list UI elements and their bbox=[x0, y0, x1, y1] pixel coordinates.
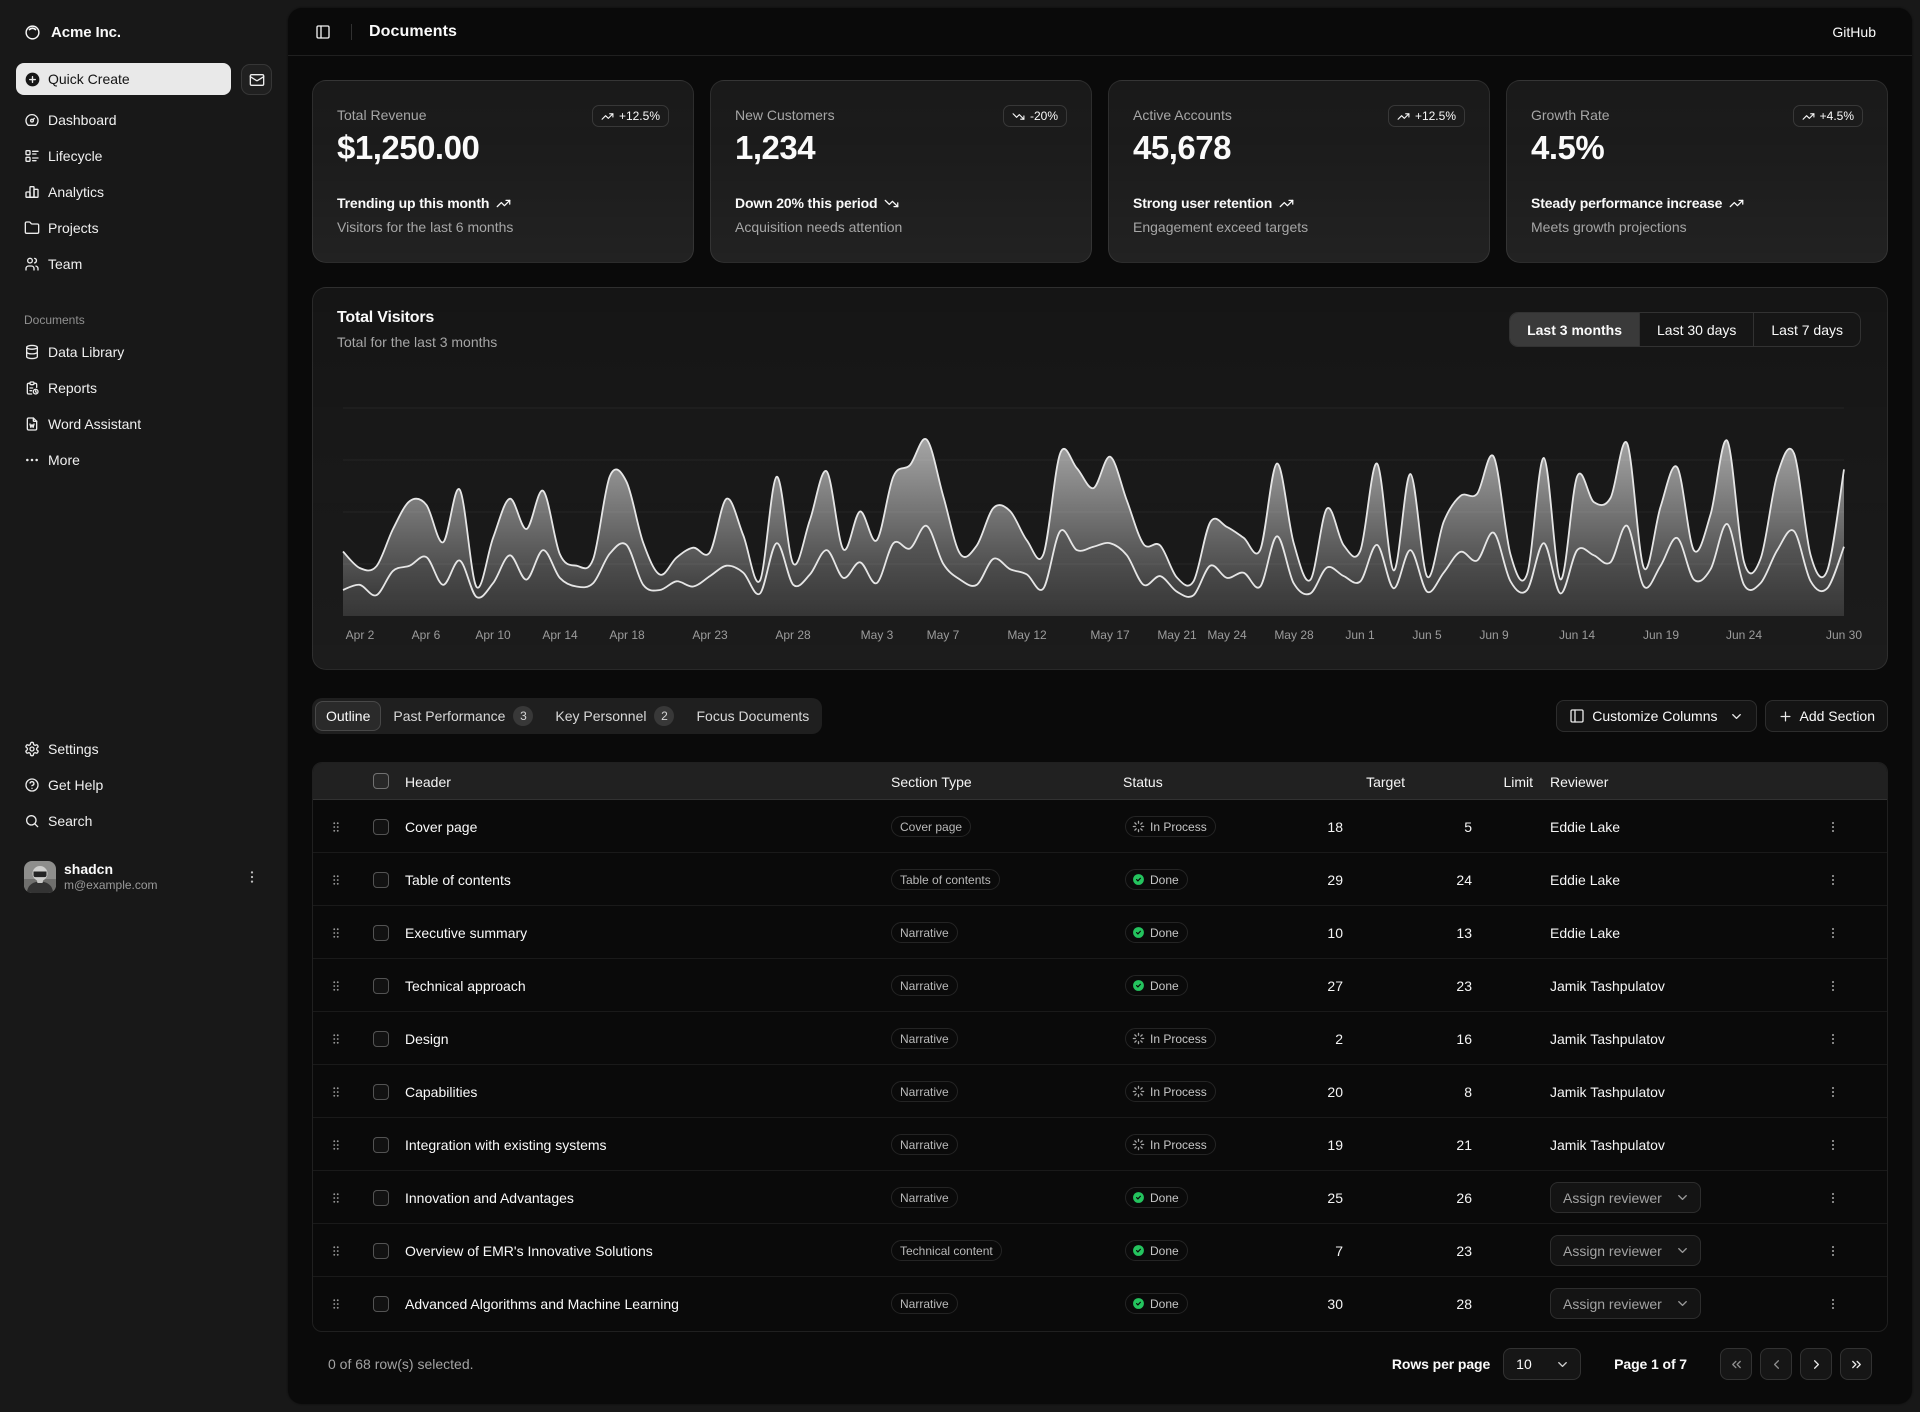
svg-text:Apr 10: Apr 10 bbox=[475, 628, 511, 642]
svg-text:Jun 9: Jun 9 bbox=[1479, 628, 1509, 642]
svg-text:Jun 19: Jun 19 bbox=[1643, 628, 1679, 642]
svg-text:Jun 24: Jun 24 bbox=[1726, 628, 1762, 642]
svg-text:May 3: May 3 bbox=[861, 628, 894, 642]
svg-text:Jun 1: Jun 1 bbox=[1345, 628, 1375, 642]
svg-text:Jun 14: Jun 14 bbox=[1559, 628, 1595, 642]
svg-text:May 24: May 24 bbox=[1207, 628, 1247, 642]
svg-text:Apr 28: Apr 28 bbox=[775, 628, 811, 642]
svg-text:Apr 6: Apr 6 bbox=[412, 628, 441, 642]
svg-text:May 17: May 17 bbox=[1090, 628, 1130, 642]
svg-text:May 7: May 7 bbox=[927, 628, 960, 642]
svg-text:May 21: May 21 bbox=[1157, 628, 1197, 642]
svg-text:Apr 23: Apr 23 bbox=[692, 628, 728, 642]
svg-text:Apr 2: Apr 2 bbox=[346, 628, 375, 642]
svg-text:Jun 30: Jun 30 bbox=[1826, 628, 1862, 642]
svg-text:Apr 18: Apr 18 bbox=[609, 628, 645, 642]
svg-text:Jun 5: Jun 5 bbox=[1412, 628, 1442, 642]
svg-text:May 28: May 28 bbox=[1274, 628, 1314, 642]
svg-text:May 12: May 12 bbox=[1007, 628, 1047, 642]
svg-text:Apr 14: Apr 14 bbox=[542, 628, 578, 642]
